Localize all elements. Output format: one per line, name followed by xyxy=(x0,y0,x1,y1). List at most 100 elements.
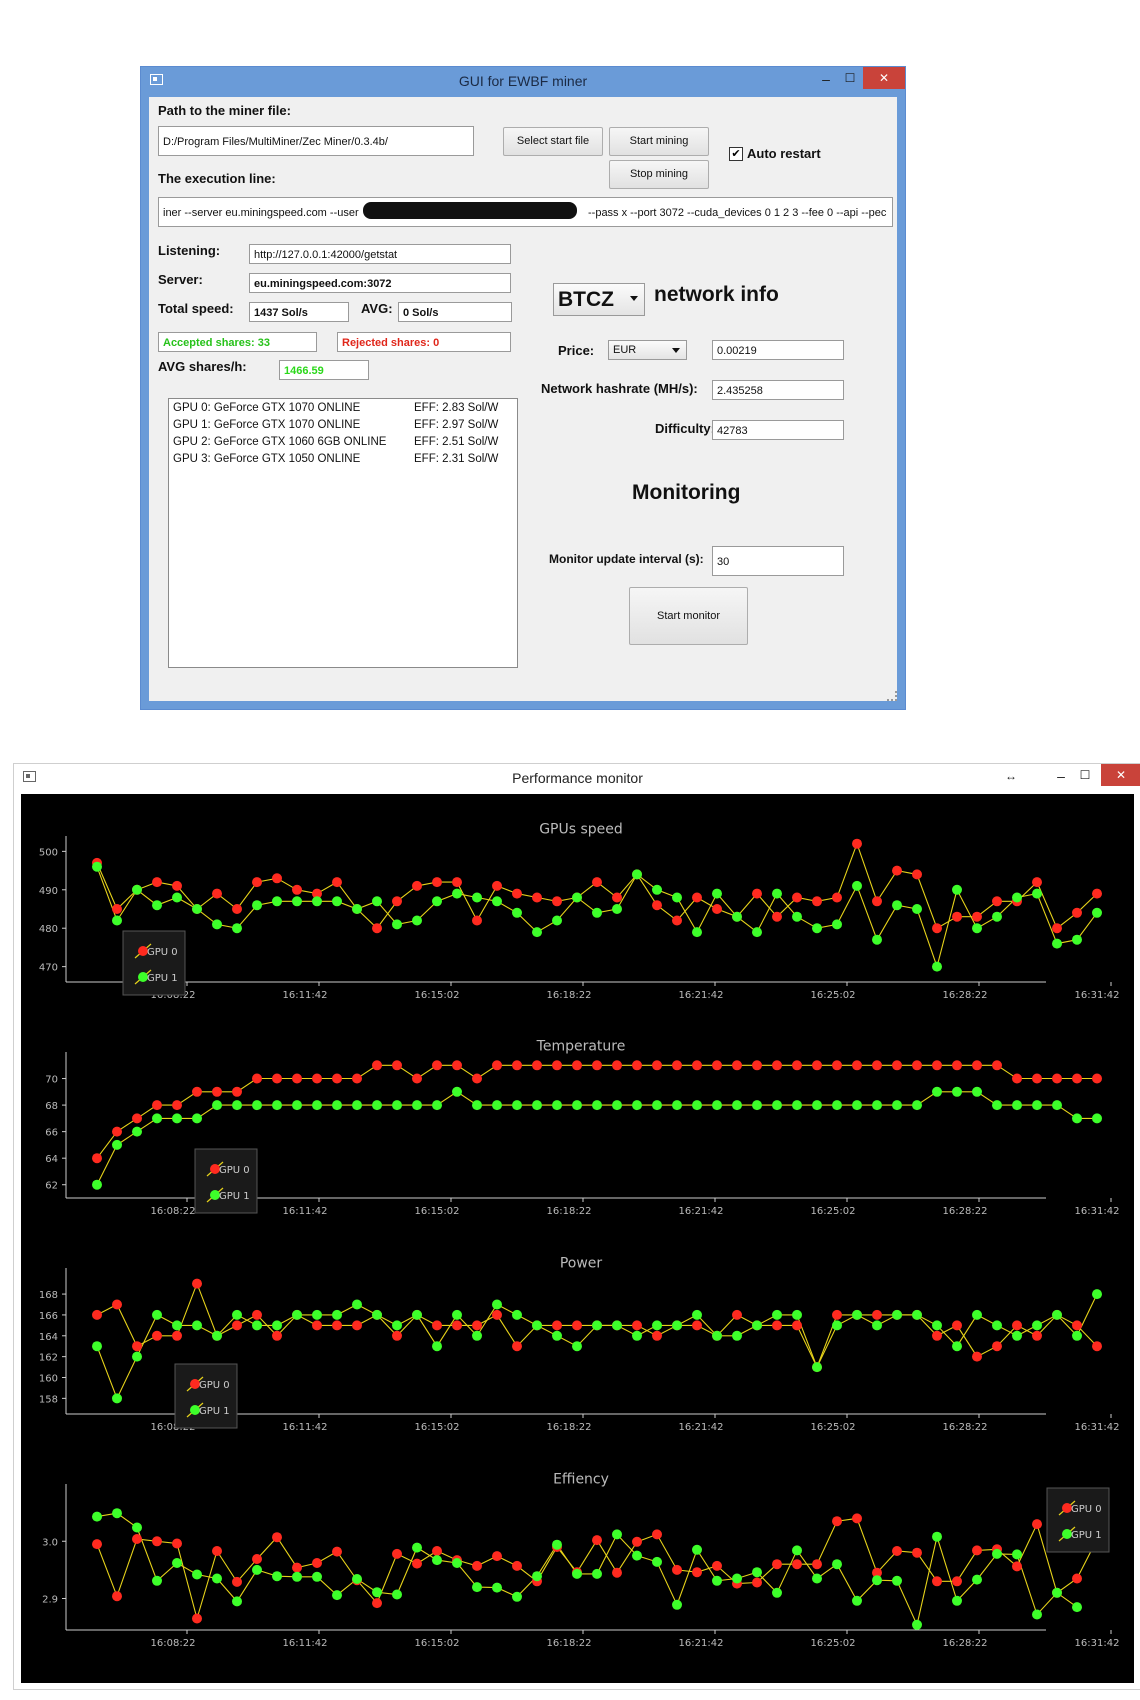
data-point xyxy=(472,892,482,903)
miner-titlebar[interactable]: GUI for EWBF miner – ☐ ✕ xyxy=(141,67,905,95)
redacted-username xyxy=(363,202,577,219)
data-point xyxy=(772,1587,782,1598)
data-point xyxy=(452,1060,462,1071)
maximize-button[interactable]: ☐ xyxy=(837,67,863,89)
data-point xyxy=(292,896,302,907)
network-info-title: network info xyxy=(654,283,779,306)
start-mining-button[interactable]: Start mining xyxy=(609,127,709,156)
minimize-button[interactable]: – xyxy=(813,68,839,90)
data-point xyxy=(892,1100,902,1111)
data-point xyxy=(352,904,362,914)
gpu-list-item: GPU 0: GeForce GTX 1070 ONLINE xyxy=(173,402,361,414)
legend-box xyxy=(122,930,186,996)
data-point xyxy=(132,1341,142,1352)
minimize-button[interactable]: – xyxy=(1049,765,1073,787)
close-button[interactable]: ✕ xyxy=(1101,764,1140,786)
maximize-button[interactable]: ☐ xyxy=(1073,764,1097,786)
data-point xyxy=(652,1529,662,1540)
data-point xyxy=(612,1060,622,1071)
data-point xyxy=(712,1060,722,1071)
data-point xyxy=(752,1100,762,1111)
data-point xyxy=(932,1086,942,1097)
listening-value: http://127.0.0.1:42000/getstat xyxy=(249,244,511,264)
y-tick-label: 158 xyxy=(39,1394,58,1405)
coin-select[interactable]: BTCZ xyxy=(553,283,645,316)
data-point xyxy=(592,907,602,918)
data-point xyxy=(432,896,442,907)
data-point xyxy=(692,1320,702,1331)
resize-icon[interactable]: ↔ xyxy=(1000,765,1022,787)
data-point xyxy=(872,1100,882,1111)
data-point xyxy=(852,1100,862,1111)
data-point xyxy=(872,1575,882,1586)
data-point xyxy=(252,1073,262,1084)
monitor-interval-input[interactable]: 30 xyxy=(712,546,844,576)
stop-mining-button[interactable]: Stop mining xyxy=(609,160,709,189)
rejected-shares-value: Rejected shares: 0 xyxy=(337,332,511,352)
x-tick-label: 16:15:02 xyxy=(415,1638,460,1649)
data-point xyxy=(312,1571,322,1582)
data-point xyxy=(232,1309,242,1320)
data-point xyxy=(332,1073,342,1084)
data-point xyxy=(592,1535,602,1546)
monitor-titlebar[interactable]: Performance monitor ↔ – ☐ ✕ xyxy=(14,764,1140,792)
data-point xyxy=(352,1320,362,1331)
data-point xyxy=(872,896,882,907)
path-input[interactable]: D:/Program Files/MultiMiner/Zec Miner/0.… xyxy=(158,126,474,156)
data-point xyxy=(272,896,282,907)
data-point xyxy=(392,1060,402,1071)
data-point xyxy=(392,896,402,907)
data-point xyxy=(772,1100,782,1111)
data-point xyxy=(892,1309,902,1320)
y-tick-label: 64 xyxy=(45,1154,58,1165)
x-tick-label: 16:21:42 xyxy=(679,1206,724,1217)
data-point xyxy=(892,865,902,876)
data-point xyxy=(152,900,162,911)
y-tick-label: 168 xyxy=(39,1290,58,1301)
y-tick-label: 160 xyxy=(39,1374,58,1385)
x-tick-label: 16:15:02 xyxy=(415,990,460,1001)
x-tick-label: 16:25:02 xyxy=(811,1206,856,1217)
data-point xyxy=(832,1320,842,1331)
data-point xyxy=(1012,1330,1022,1341)
data-point xyxy=(972,1086,982,1097)
data-point xyxy=(212,1086,222,1097)
data-point xyxy=(192,1569,202,1580)
auto-restart-checkbox[interactable]: ✔ xyxy=(729,147,743,161)
data-point xyxy=(172,1538,182,1549)
data-point xyxy=(292,1571,302,1582)
start-monitor-button[interactable]: Start monitor xyxy=(629,587,748,645)
data-point xyxy=(1072,1073,1082,1084)
currency-select[interactable]: EUR xyxy=(608,340,687,360)
data-point xyxy=(792,1309,802,1320)
data-point xyxy=(152,1309,162,1320)
data-point xyxy=(472,1560,482,1571)
data-point xyxy=(1072,1320,1082,1331)
chart-title: Effiency xyxy=(553,1472,609,1488)
data-point xyxy=(552,1100,562,1111)
data-point xyxy=(652,900,662,911)
data-point xyxy=(592,877,602,888)
data-point xyxy=(332,1320,342,1331)
data-point xyxy=(812,923,822,934)
data-point xyxy=(492,1309,502,1320)
x-tick-label: 16:28:22 xyxy=(943,990,988,1001)
data-point xyxy=(352,1073,362,1084)
resize-grip-icon[interactable] xyxy=(887,691,897,701)
data-point xyxy=(252,1554,262,1564)
data-point xyxy=(512,1560,522,1571)
data-point xyxy=(932,961,942,972)
close-button[interactable]: ✕ xyxy=(863,67,905,89)
data-point xyxy=(152,1575,162,1586)
data-point xyxy=(472,1320,482,1331)
data-point xyxy=(372,1598,382,1609)
data-point xyxy=(712,1560,722,1571)
server-label: Server: xyxy=(158,272,203,287)
chart-title: Temperature xyxy=(536,1039,626,1055)
data-point xyxy=(872,1309,882,1320)
gpu-list[interactable]: GPU 0: GeForce GTX 1070 ONLINE EFF: 2.83… xyxy=(168,398,518,668)
data-point xyxy=(112,1591,122,1602)
data-point xyxy=(252,1309,262,1320)
data-point xyxy=(372,1100,382,1111)
select-start-file-button[interactable]: Select start file xyxy=(503,127,603,156)
